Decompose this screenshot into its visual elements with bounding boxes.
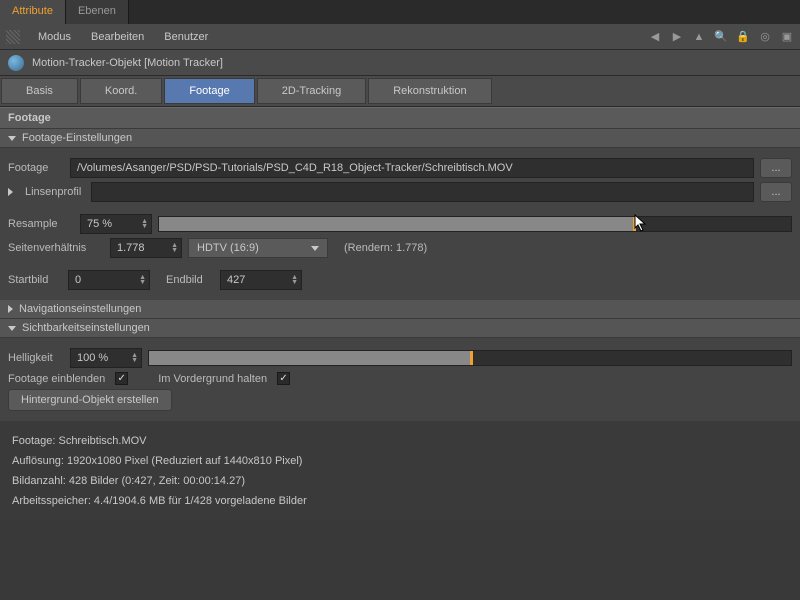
label-footage-einblenden: Footage einblenden (8, 373, 105, 385)
tab-2d-tracking[interactable]: 2D-Tracking (257, 78, 367, 104)
menu-benutzer[interactable]: Benutzer (154, 31, 218, 43)
resample-slider-handle[interactable] (633, 217, 636, 231)
chevron-down-icon (8, 136, 16, 141)
lock-icon[interactable]: 🔒 (736, 30, 750, 44)
menu-modus[interactable]: Modus (28, 31, 81, 43)
arrow-right-icon[interactable]: ▶ (670, 30, 684, 44)
grip-icon (6, 30, 20, 44)
footage-browse-button[interactable]: ... (760, 158, 792, 178)
search-icon[interactable]: 🔍 (714, 30, 728, 44)
arrow-left-icon[interactable]: ◀ (648, 30, 662, 44)
tab-koord[interactable]: Koord. (80, 78, 162, 104)
new-panel-icon[interactable]: ▣ (780, 30, 794, 44)
chevron-down-icon (8, 326, 16, 331)
chevron-right-icon[interactable] (8, 188, 13, 196)
info-memory: Arbeitsspeicher: 4.4/1904.6 MB für 1/428… (12, 491, 788, 511)
info-resolution: Auflösung: 1920x1080 Pixel (Reduziert au… (12, 451, 788, 471)
target-icon[interactable]: ◎ (758, 30, 772, 44)
label-seitenverhaeltnis: Seitenverhältnis (8, 242, 104, 254)
object-title: Motion-Tracker-Objekt [Motion Tracker] (32, 57, 223, 69)
startbild-spinner[interactable]: 0▲▼ (68, 270, 150, 290)
footage-path-input[interactable] (70, 158, 754, 178)
linsenprofil-browse-button[interactable]: ... (760, 182, 792, 202)
label-startbild: Startbild (8, 274, 62, 286)
info-footage: Footage: Schreibtisch.MOV (12, 431, 788, 451)
tab-ebenen[interactable]: Ebenen (66, 0, 129, 24)
tab-footage[interactable]: Footage (164, 78, 254, 104)
resample-spinner[interactable]: 75 %▲▼ (80, 214, 152, 234)
label-im-vordergrund: Im Vordergrund halten (158, 373, 267, 385)
group-visibility[interactable]: Sichtbarkeitseinstellungen (0, 319, 800, 338)
info-framecount: Bildanzahl: 428 Bilder (0:427, Zeit: 00:… (12, 471, 788, 491)
endbild-spinner[interactable]: 427▲▼ (220, 270, 302, 290)
group-footage-settings[interactable]: Footage-Einstellungen (0, 129, 800, 148)
menu-bearbeiten[interactable]: Bearbeiten (81, 31, 154, 43)
label-footage: Footage (8, 162, 64, 174)
hintergrund-objekt-button[interactable]: Hintergrund-Objekt erstellen (8, 389, 172, 411)
label-helligkeit: Helligkeit (8, 352, 64, 364)
section-footage: Footage (0, 107, 800, 129)
label-resample: Resample (8, 218, 74, 230)
resample-slider-fill (159, 217, 633, 231)
label-linsenprofil: Linsenprofil (25, 186, 85, 198)
group-navigation[interactable]: Navigationseinstellungen (0, 300, 800, 319)
label-rendern: (Rendern: 1.778) (344, 242, 427, 254)
helligkeit-slider[interactable] (148, 350, 792, 366)
chevron-right-icon (8, 305, 13, 313)
helligkeit-slider-handle[interactable] (470, 351, 473, 365)
motion-tracker-icon (8, 55, 24, 71)
helligkeit-spinner[interactable]: 100 %▲▼ (70, 348, 142, 368)
im-vordergrund-checkbox[interactable] (277, 372, 290, 385)
footage-einblenden-checkbox[interactable] (115, 372, 128, 385)
linsenprofil-input[interactable] (91, 182, 754, 202)
tab-basis[interactable]: Basis (1, 78, 78, 104)
helligkeit-slider-fill (149, 351, 470, 365)
resample-slider[interactable] (158, 216, 792, 232)
footage-info-panel: Footage: Schreibtisch.MOV Auflösung: 192… (0, 421, 800, 521)
tab-rekonstruktion[interactable]: Rekonstruktion (368, 78, 491, 104)
up-arrow-icon[interactable]: ▲ (692, 30, 706, 44)
label-endbild: Endbild (166, 274, 214, 286)
seitenverhaeltnis-spinner[interactable]: 1.778▲▼ (110, 238, 182, 258)
tab-attribute[interactable]: Attribute (0, 0, 66, 24)
aspect-dropdown[interactable]: HDTV (16:9) (188, 238, 328, 258)
